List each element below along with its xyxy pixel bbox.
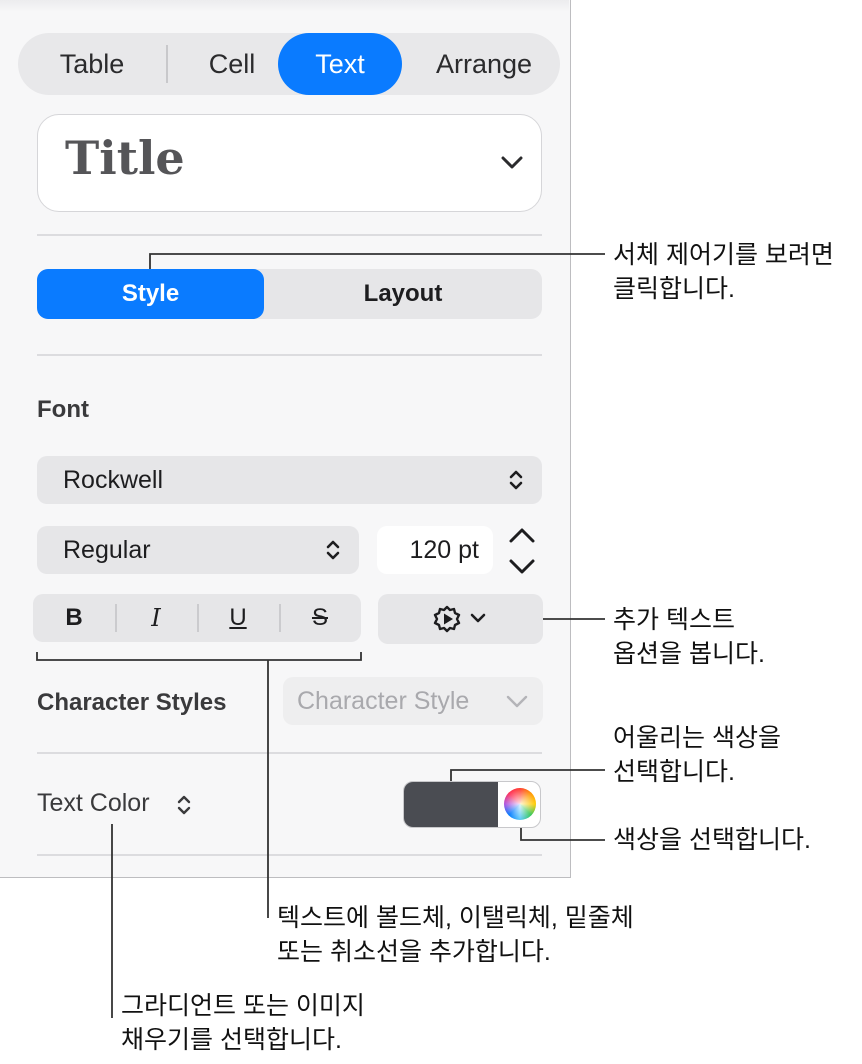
callout-text: 추가 텍스트 [613,606,735,634]
callout-text: 또는 취소선을 추가합니다. [277,938,551,966]
callout-text-styles: 텍스트에 볼드체, 이탤릭체, 밑줄체 또는 취소선을 추가합니다. [277,901,634,969]
callout-fill: 그라디언트 또는 이미지 채우기를 선택합니다. [121,989,365,1057]
callout-style-tab: 서체 제어기를 보려면 클릭합니다. [613,238,834,306]
callout-text: 채우기를 선택합니다. [121,1026,342,1054]
callout-line-wheel [520,828,605,841]
callout-text: 클릭합니다. [613,275,735,303]
callout-text: 옵션을 봅니다. [613,640,765,668]
callout-color-wheel: 색상을 선택합니다. [613,823,811,857]
callout-matching-colors: 어울리는 색상을 선택합니다. [613,721,781,789]
callout-bracket-bius [36,652,362,661]
callout-text: 그라디언트 또는 이미지 [121,992,365,1020]
callout-line-matching [450,769,605,781]
callout-text: 색상을 선택합니다. [613,826,811,854]
callout-line-style [149,253,605,269]
callout-text: 어울리는 색상을 [613,724,781,752]
callout-text: 서체 제어기를 보려면 [613,241,834,269]
callout-text: 텍스트에 볼드체, 이탤릭체, 밑줄체 [277,904,634,932]
callout-text: 선택합니다. [613,758,735,786]
callout-more-options: 추가 텍스트 옵션을 봅니다. [613,603,765,671]
